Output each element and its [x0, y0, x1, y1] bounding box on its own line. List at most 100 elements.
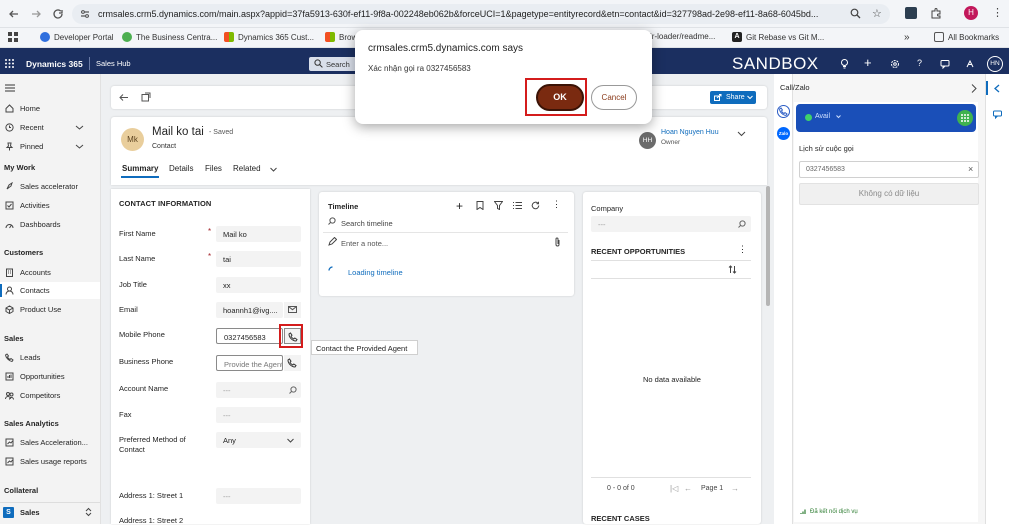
owner-name[interactable]: Hoan Nguyen Huu [661, 129, 719, 136]
refresh-icon[interactable] [531, 201, 540, 210]
street1-field[interactable]: --- [216, 488, 301, 504]
lightbulb-icon[interactable] [840, 59, 849, 69]
bookmark-readme[interactable]: ir-loader/readme... [650, 32, 715, 41]
pane-tab-icon[interactable] [993, 84, 1002, 93]
nav-sales-accelerator[interactable]: Sales accelerator [5, 182, 78, 191]
company-field[interactable]: --- [591, 216, 751, 232]
bookmark-dynamics-365[interactable]: Dynamics 365 Cust... [224, 32, 314, 42]
plus-icon[interactable]: + [864, 56, 872, 70]
chevron-right-icon[interactable] [971, 84, 977, 93]
profile-avatar[interactable]: H [964, 6, 978, 20]
bookmark-git-rebase[interactable]: A Git Rebase vs Git M... [732, 32, 824, 42]
tab-summary[interactable]: Summary [122, 164, 158, 173]
hamburger-icon[interactable] [5, 84, 15, 92]
nav-leads[interactable]: Leads [5, 353, 40, 362]
street1-label: Address 1: Street 1 [119, 491, 184, 500]
app-name[interactable]: Dynamics 365 [26, 59, 83, 69]
call-panel-title: Call/Zalo [780, 83, 810, 92]
chat-icon[interactable] [940, 59, 950, 69]
status-label[interactable]: Avail [815, 113, 830, 120]
phone-rail-icon[interactable] [777, 105, 790, 118]
nav-contacts[interactable]: Contacts [5, 286, 50, 295]
address-bar[interactable]: crmsales.crm5.dynamics.com/main.aspx?app… [72, 4, 890, 24]
clear-icon[interactable]: × [968, 164, 973, 174]
copilot-icon[interactable] [965, 59, 975, 69]
nav-home[interactable]: Home [5, 104, 40, 113]
fax-field[interactable]: --- [216, 407, 301, 423]
nav-accounts[interactable]: Accounts [5, 268, 51, 277]
next-page-icon[interactable]: → [731, 484, 739, 493]
browser-menu-icon[interactable]: ⋮ [992, 6, 1003, 19]
divider [323, 232, 568, 233]
section-title: CONTACT INFORMATION [119, 199, 212, 208]
help-icon[interactable]: ? [917, 58, 922, 68]
first-page-icon[interactable]: |◁ [670, 484, 678, 493]
bookmark-icon[interactable] [476, 201, 484, 210]
area-name[interactable]: Sales Hub [96, 59, 131, 68]
extensions-puzzle-icon[interactable] [930, 7, 942, 19]
site-settings-icon[interactable] [80, 9, 90, 19]
chevron-down-icon[interactable] [737, 131, 746, 137]
tab-files[interactable]: Files [205, 164, 222, 173]
last-name-field[interactable]: tai [216, 251, 301, 267]
nav-dashboards[interactable]: Dashboards [5, 220, 60, 229]
bookmark-star-icon[interactable]: ☆ [872, 7, 882, 20]
more-options-icon[interactable]: ⋮ [552, 200, 561, 209]
mobile-phone-field[interactable]: 0327456583 [216, 328, 283, 344]
add-icon[interactable]: + [456, 200, 463, 212]
nav-competitors[interactable]: Competitors [5, 391, 60, 400]
email-field[interactable]: hoannh1@ivg.... [216, 302, 283, 318]
tab-details[interactable]: Details [169, 164, 193, 173]
back-arrow-icon[interactable] [8, 8, 20, 20]
filter-icon[interactable] [494, 201, 503, 210]
nav-sales-acceleration-reports[interactable]: Sales Acceleration... [5, 438, 88, 447]
open-new-window-icon[interactable] [141, 92, 151, 102]
timeline-search-input[interactable]: Search timeline [341, 219, 393, 228]
page-scrollbar[interactable] [766, 186, 770, 306]
extension-icon[interactable] [905, 7, 917, 19]
nav-recent[interactable]: Recent [5, 123, 93, 132]
sort-icon[interactable] [728, 265, 737, 274]
all-bookmarks[interactable]: All Bookmarks [934, 32, 999, 42]
call-business-button[interactable] [284, 355, 301, 371]
previous-page-icon[interactable]: ← [684, 484, 692, 493]
reload-icon[interactable] [52, 8, 64, 20]
more-bookmarks-chevron[interactable]: » [904, 32, 910, 43]
back-arrow-icon[interactable] [119, 93, 129, 102]
list-icon[interactable] [513, 201, 522, 210]
ok-button[interactable]: OK [536, 84, 584, 111]
forward-arrow-icon[interactable] [30, 8, 42, 20]
nav-opportunities[interactable]: Opportunities [5, 372, 65, 381]
apps-grid-icon[interactable] [8, 32, 18, 42]
send-email-button[interactable] [284, 302, 301, 318]
user-avatar[interactable]: HN [987, 56, 1003, 72]
bookmark-business-central[interactable]: The Business Centra... [122, 32, 217, 42]
tab-related[interactable]: Related [233, 164, 261, 173]
nav-product-use[interactable]: Product Use [5, 305, 61, 314]
bookmark-developer-portal[interactable]: Developer Portal [40, 32, 114, 42]
search-icon[interactable] [738, 220, 746, 228]
area-switcher[interactable]: S Sales [0, 502, 100, 522]
more-options-icon[interactable]: ⋮ [738, 245, 747, 254]
job-title-field[interactable]: xx [216, 277, 301, 293]
nav-activities[interactable]: Activities [5, 201, 50, 210]
first-name-field[interactable]: Mail ko [216, 226, 301, 242]
nav-sales-usage-reports[interactable]: Sales usage reports [5, 457, 87, 466]
nav-pinned[interactable]: Pinned [5, 142, 93, 151]
global-search[interactable]: Search [309, 57, 357, 71]
zoom-icon[interactable] [850, 8, 861, 19]
zalo-icon[interactable]: Zalo [777, 127, 790, 140]
share-button[interactable]: Share [710, 91, 756, 104]
dialpad-icon[interactable] [957, 110, 973, 126]
attachment-icon[interactable] [554, 237, 561, 247]
note-input[interactable]: Enter a note... [341, 239, 388, 248]
cancel-button[interactable]: Cancel [591, 85, 637, 110]
bookmark-brow[interactable]: Brow [325, 32, 357, 42]
search-icon[interactable] [289, 386, 297, 394]
chat-bubble-icon[interactable] [993, 110, 1002, 119]
call-history-search[interactable]: 0327456583 × [799, 161, 979, 178]
nav-label: Home [20, 104, 41, 113]
waffle-icon[interactable] [5, 59, 14, 68]
gear-icon[interactable] [890, 59, 900, 69]
business-phone-field[interactable]: Provide the Agent [216, 355, 283, 371]
